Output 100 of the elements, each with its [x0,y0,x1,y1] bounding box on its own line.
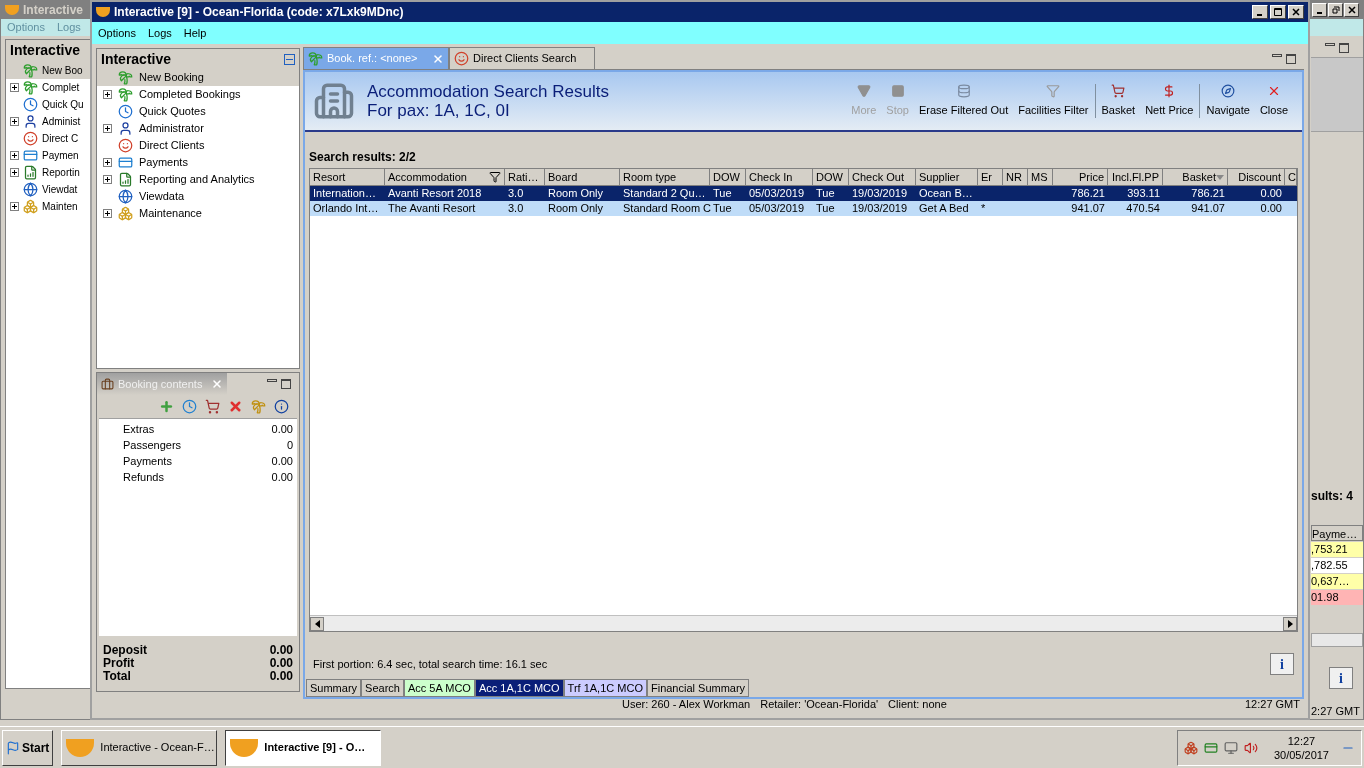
column-header[interactable]: MS [1028,169,1053,186]
tree-item[interactable]: Viewdat [6,180,90,198]
network-icon[interactable] [1223,740,1238,755]
expand-toggle[interactable] [10,82,19,92]
toolbar-icon [1221,83,1236,98]
delete-icon[interactable] [228,399,243,414]
table-cell-text: 19/03/2019 [852,186,908,202]
taskbar-button[interactable]: Interactive [9] - O… [225,729,382,766]
expand-toggle[interactable] [10,116,19,126]
column-header[interactable]: Er [978,169,1003,186]
close-icon[interactable] [1292,8,1300,16]
table-cell-text: 941.07 [1191,201,1225,217]
bottom-tab[interactable]: Trf 1A,1C MCO [563,679,647,697]
item-label: Payments [123,454,172,469]
start-button[interactable]: Start [2,729,54,766]
collapse-icon[interactable] [284,53,295,65]
horizontal-scrollbar[interactable] [310,615,1297,631]
editor-tab[interactable]: Direct Clients Search [449,47,595,69]
filter-icon[interactable] [489,171,501,183]
info-button[interactable]: i [1270,653,1294,675]
toolbar-button[interactable]: Navigate [1204,83,1252,119]
bottom-tab[interactable]: Summary [306,679,362,697]
scroll-left-icon[interactable] [314,619,320,628]
toolbar-button[interactable]: Erase Filtered Out [916,83,1011,119]
tree-item[interactable]: Maintenance [97,205,299,222]
tree-item[interactable]: Viewdata [97,188,299,205]
maximize-icon[interactable] [1274,8,1282,16]
maximize-icon[interactable] [1286,53,1296,64]
cart-icon[interactable] [205,399,220,414]
taskbar-button[interactable]: Interactive - Ocean-F… [61,729,218,766]
table-cell-text: Standard Room C [623,201,712,217]
column-header[interactable]: Accommodation [385,169,505,186]
column-header[interactable]: Resort [310,169,385,186]
bottom-tab[interactable]: Acc 1A,1C MCO [474,679,564,697]
tray-icon[interactable] [1203,740,1218,755]
status-text: User: 260 - Alex Workman [622,696,751,712]
tree-item[interactable]: Quick Quotes [97,103,299,120]
table-cell-text: 05/03/2019 [749,201,805,217]
expand-toggle[interactable] [103,124,112,133]
tree-item[interactable]: Mainten [6,197,90,215]
tree-item[interactable]: Administ [6,112,90,130]
maximize-icon[interactable] [1339,42,1349,53]
tree-item[interactable]: Reporting and Analytics [97,171,299,188]
toolbar-button[interactable]: Nett Price [1143,83,1196,119]
restore-icon[interactable] [1331,6,1340,14]
clock-icon[interactable] [182,399,197,414]
tree-item[interactable]: Completed Bookings [97,86,299,103]
column-header[interactable]: Check In [746,169,813,186]
menu-item[interactable]: Logs [147,24,172,42]
tray-icon[interactable] [1183,740,1198,755]
column-header[interactable]: Rati… [505,169,545,186]
column-header[interactable]: DOW [710,169,746,186]
close-icon[interactable] [1347,6,1356,14]
menu-item[interactable]: Options [98,24,136,42]
tree-item[interactable]: Paymen [6,146,90,164]
expand-toggle[interactable] [10,150,19,160]
column-header[interactable]: DOW [813,169,849,186]
column-header[interactable]: Board [545,169,620,186]
expand-toggle[interactable] [10,201,19,211]
tree-item[interactable]: Direct C [6,129,90,147]
maximize-icon[interactable] [281,379,291,389]
column-header[interactable]: Check Out [849,169,916,186]
toolbar-button[interactable]: Facilities Filter [1016,83,1091,119]
tree-item[interactable]: New Booking [97,69,299,86]
column-header[interactable]: Basket [1163,169,1228,186]
tree-item[interactable]: Reportin [6,163,90,181]
tree-item[interactable]: Administrator [97,120,299,137]
table-row[interactable]: Orlando Int… The Avanti Resort 3.0 Room Only Standard Room C Tue 05/03/2019 Tue 19/03/2019 Get A Bed * 941.07 470.54 941.07 0.00 [310,201,1297,216]
tree-item[interactable]: Direct Clients [97,137,299,154]
scroll-right-icon[interactable] [1287,619,1293,628]
table-row[interactable]: Internation… Avanti Resort 2018 3.0 Room Only Standard 2 Qu… Tue 05/03/2019 Tue 19/03/2019 Ocean B… 786.21 393.11 786.21 0.00 [310,186,1297,201]
bottom-tab[interactable]: Search [361,679,404,697]
column-header[interactable]: Discount [1228,169,1285,186]
toolbar-button[interactable]: Basket [1099,83,1138,119]
column-header[interactable]: Price [1053,169,1108,186]
total-value: 0.00 [269,657,293,670]
expand-toggle[interactable] [103,209,112,218]
expand-toggle[interactable] [103,158,112,167]
table-cell-text: 3.0 [508,201,524,217]
menu-item[interactable]: Help [183,24,207,42]
expand-toggle[interactable] [103,90,112,99]
total-value: 0.00 [269,644,293,657]
table-cell-text: Room Only [548,201,604,217]
column-header[interactable]: Supplier [916,169,978,186]
column-header[interactable]: NR [1003,169,1028,186]
bottom-tab[interactable]: Acc 5A MCO [403,679,475,697]
tree-item[interactable]: Complet [6,78,90,96]
column-header[interactable]: C [1285,169,1297,186]
column-header[interactable]: Incl.Fl.PP [1108,169,1163,186]
volume-icon[interactable] [1243,740,1258,755]
expand-toggle[interactable] [103,175,112,184]
tree-item[interactable]: Quick Qu [6,95,90,113]
info-button[interactable]: i [1329,666,1353,689]
bottom-tab[interactable]: Financial Summary [646,679,750,697]
toolbar-button[interactable]: Close [1257,83,1290,119]
tree-item[interactable]: Payments [97,154,299,171]
expand-toggle[interactable] [10,167,19,177]
scrollbar[interactable] [1311,632,1363,647]
info-icon[interactable] [274,399,289,414]
column-header[interactable]: Room type [620,169,710,186]
